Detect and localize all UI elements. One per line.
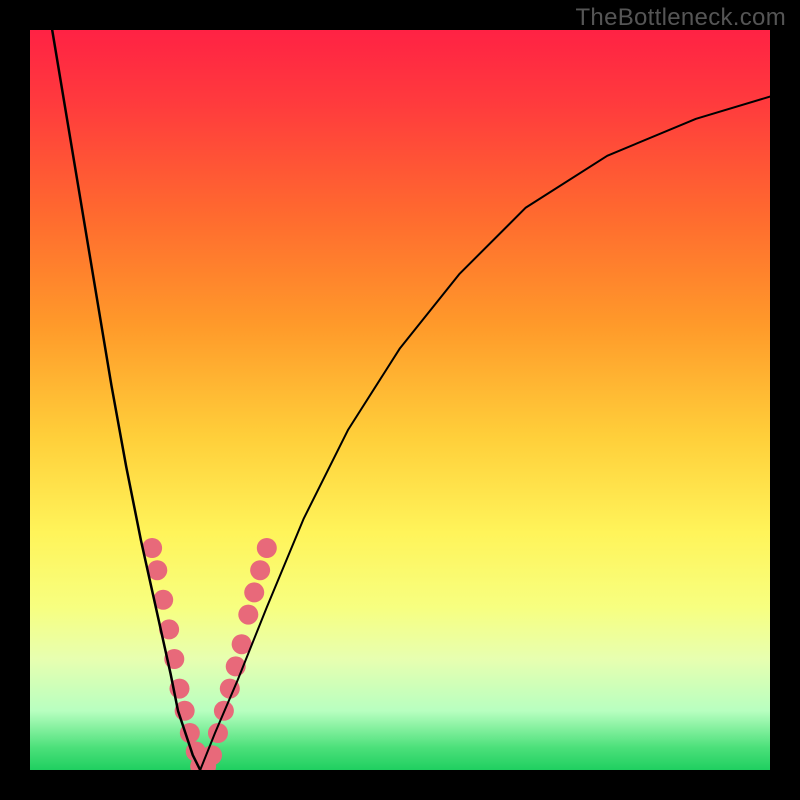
marker-dot [244, 582, 264, 602]
curve-right-branch [200, 97, 770, 770]
marker-dot [257, 538, 277, 558]
marker-dot [202, 745, 222, 765]
marker-group [142, 538, 277, 770]
chart-frame: TheBottleneck.com [0, 0, 800, 800]
chart-overlay-svg [30, 30, 770, 770]
marker-dot [250, 560, 270, 580]
curve-group [52, 30, 770, 770]
watermark-text: TheBottleneck.com [575, 4, 786, 32]
marker-dot [238, 605, 258, 625]
